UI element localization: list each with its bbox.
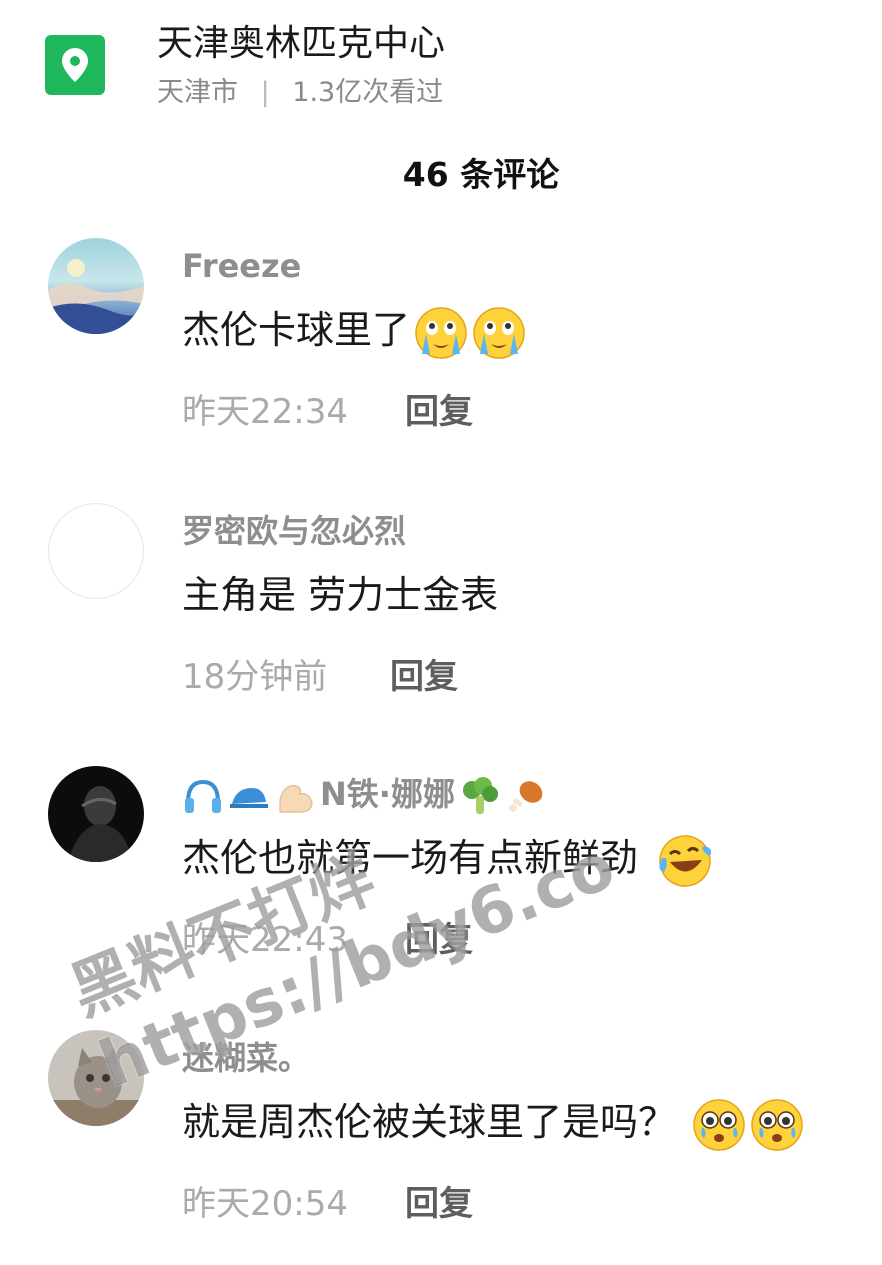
comment-item: N铁·娜娜 杰伦也就第一场有点新鲜劲 昨天22:43 回复: [0, 766, 882, 1026]
comment-author[interactable]: N铁·娜娜: [182, 772, 551, 816]
comment-text: 就是周杰伦被关球里了是吗？: [182, 1094, 804, 1152]
avatar[interactable]: [48, 238, 144, 334]
muscle-arm-icon: [279, 785, 313, 813]
comment-time: 昨天22:34: [182, 392, 348, 432]
comment-text-body: 杰伦卡球里了: [182, 308, 411, 352]
cap-icon: [230, 788, 268, 808]
comment-text: 杰伦卡球里了: [182, 302, 526, 360]
reply-button[interactable]: 回复: [405, 916, 473, 964]
chicken-leg-icon: [508, 781, 543, 812]
comment-time: 18分钟前: [182, 657, 328, 697]
comment-time: 昨天22:43: [182, 920, 348, 960]
reply-button[interactable]: 回复: [405, 388, 473, 436]
reply-button[interactable]: 回复: [390, 653, 458, 701]
comment-time: 昨天20:54: [182, 1184, 348, 1224]
avatar[interactable]: [48, 1030, 144, 1126]
comment-author-name: N铁·娜娜: [320, 775, 455, 813]
avatar[interactable]: [48, 766, 144, 862]
comments-count: 46 条评论: [402, 155, 560, 194]
comment-author[interactable]: Freeze: [182, 244, 301, 288]
location-city: 天津市: [157, 77, 238, 108]
crying-face-icon: [415, 306, 467, 359]
comment-text-body: 杰伦也就第一场有点新鲜劲: [182, 836, 639, 880]
location-views: 1.3亿次看过: [292, 77, 444, 108]
comment-author[interactable]: 罗密欧与忽必烈: [182, 509, 406, 553]
reply-button[interactable]: 回复: [405, 1180, 473, 1228]
location-title[interactable]: 天津奥林匹克中心: [157, 20, 445, 68]
teary-shocked-icon: [751, 1098, 803, 1151]
comment-author[interactable]: 迷糊菜。: [182, 1036, 310, 1080]
comment-text: 杰伦也就第一场有点新鲜劲: [182, 830, 712, 888]
location-separator: |: [260, 77, 270, 108]
avatar[interactable]: [48, 503, 144, 599]
headphones-icon: [185, 779, 221, 813]
crying-face-icon: [473, 306, 525, 359]
comment-text: 主角是 劳力士金表: [182, 573, 499, 617]
comments-page: 天津奥林匹克中心 天津市 | 1.3亿次看过 46 条评论 Freeze 杰伦卡…: [0, 0, 882, 1265]
comment-item: 罗密欧与忽必烈 主角是 劳力士金表 18分钟前 回复: [0, 503, 882, 763]
comment-text-body: 就是周杰伦被关球里了是吗？: [182, 1100, 677, 1144]
map-pin-icon[interactable]: [45, 35, 105, 95]
broccoli-icon: [462, 777, 498, 814]
comment-item: Freeze 杰伦卡球里了 昨天22:34 回复: [0, 238, 882, 498]
teary-shocked-icon: [693, 1098, 745, 1151]
laughing-tears-icon: [659, 834, 712, 887]
comment-item: 迷糊菜。 就是周杰伦被关球里了是吗？ 昨天20:54 回复: [0, 1030, 882, 1265]
location-subtitle: 天津市 | 1.3亿次看过: [157, 74, 443, 112]
